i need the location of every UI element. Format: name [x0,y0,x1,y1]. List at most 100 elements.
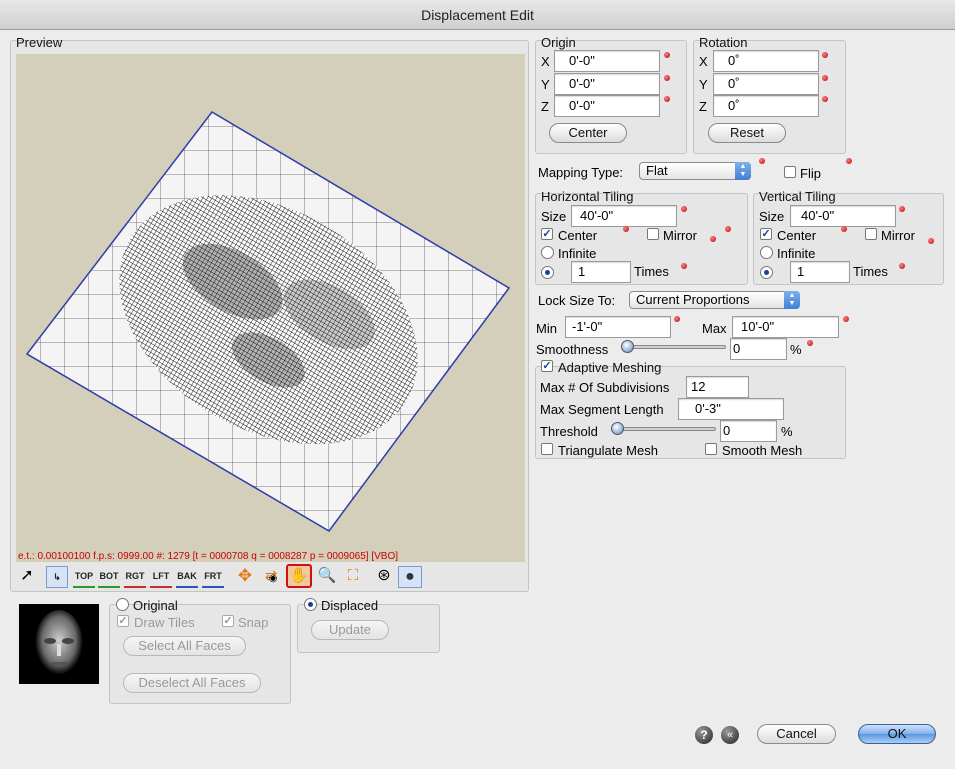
draw-tiles-label: Draw Tiles [134,615,195,630]
smooth-mesh-checkbox[interactable] [705,443,717,455]
snap-checkbox[interactable]: ✓ [222,615,234,627]
deselect-all-faces-button[interactable]: Deselect All Faces [123,673,261,693]
smoothness-field[interactable]: 0 [730,338,787,360]
adaptive-meshing-checkbox[interactable]: ✓ [541,360,553,372]
lock-size-select[interactable]: Current Proportions ▲ ▼ [629,291,800,309]
lock-size-value: Current Proportions [636,292,750,307]
toolbar-bak-button[interactable]: BAK [176,566,198,588]
max-segment-length-field[interactable]: 0'-3" [678,398,784,420]
preview-status: e.t.: 0.00100100 f.p.s: 0999.00 #: 1279 … [18,551,399,562]
required-dot [710,236,716,242]
htiling-mirror-checkbox[interactable] [647,228,659,240]
vtiling-times-field[interactable]: 1 [790,261,850,283]
required-dot [807,340,813,346]
vtiling-size-label: Size [759,209,785,224]
smoothness-slider-knob[interactable] [621,340,634,353]
preview-viewport[interactable] [16,54,525,562]
help-icon[interactable]: ? [695,726,713,744]
face-image [35,610,83,678]
hand-icon[interactable]: ✋ [286,564,312,588]
htiling-times-field[interactable]: 1 [571,261,631,283]
vtiling-size-field[interactable]: 40'-0" [790,205,896,227]
required-dot [899,263,905,269]
threshold-label: Threshold [540,424,598,439]
displaced-radio[interactable] [304,598,317,611]
required-dot [899,206,905,212]
vtiling-times-radio[interactable] [760,266,773,279]
htiling-times-label: Times [634,264,669,279]
window-title: Displacement Edit [0,0,955,30]
threshold-unit: % [781,424,793,439]
origin-z-label: Z [541,99,549,114]
displaced-title: Displaced [321,598,379,613]
htiling-center-checkbox[interactable]: ✓ [541,228,553,240]
axis-icon[interactable]: ↳ [46,566,68,588]
arrow-pointer-icon[interactable]: ➚ [18,566,36,588]
required-dot [822,96,828,102]
required-dot [759,158,765,164]
vtiling-center-checkbox[interactable]: ✓ [760,228,772,240]
eye-icon[interactable]: ◉ [262,574,284,586]
pan-icon[interactable]: ✥ [234,566,256,588]
toolbar-rgt-button[interactable]: RGT [124,566,146,588]
wireframe-sphere-icon[interactable]: ⊛ [373,566,395,588]
toolbar-bot-button[interactable]: BOT [98,566,120,588]
htiling-center-label: Center [558,228,598,243]
toolbar-frt-button[interactable]: FRT [202,566,224,588]
origin-title: Origin [541,35,576,50]
horizontal-tiling-title: Horizontal Tiling [541,189,634,204]
original-radio[interactable] [116,598,129,611]
triangulate-mesh-checkbox[interactable] [541,443,553,455]
zoom-icon[interactable]: 🔍 [316,566,338,588]
flip-label: Flip [800,166,821,181]
rotation-y-field[interactable]: 0˚ [713,73,819,95]
threshold-slider[interactable] [612,427,716,431]
threshold-field[interactable]: 0 [720,420,777,442]
vtiling-times-label: Times [853,264,888,279]
chevron-updown-icon: ▲ ▼ [784,291,800,309]
max-field[interactable]: 10'-0" [732,316,839,338]
origin-z-field[interactable]: 0'-0" [554,95,660,117]
original-title: Original [133,598,178,613]
shaded-sphere-icon[interactable]: ● [398,566,422,588]
smoothness-label: Smoothness [536,342,609,357]
adaptive-meshing-title: Adaptive Meshing [558,360,662,375]
htiling-infinite-radio[interactable] [541,246,554,259]
required-dot [664,96,670,102]
required-dot [822,75,828,81]
fit-icon[interactable]: ⛶ [342,566,364,588]
update-button[interactable]: Update [311,620,389,640]
vtiling-mirror-checkbox[interactable] [865,228,877,240]
cancel-button[interactable]: Cancel [757,724,836,744]
max-segment-length-label: Max Segment Length [540,402,664,417]
rotation-title: Rotation [699,35,748,50]
toolbar-lft-button[interactable]: LFT [150,566,172,588]
back-icon[interactable]: « [721,726,739,744]
required-dot [681,263,687,269]
toolbar-top-button[interactable]: TOP [73,566,95,588]
displacement-map-thumbnail [19,604,99,684]
max-subdivisions-field[interactable]: 12 [686,376,749,398]
vtiling-mirror-label: Mirror [881,228,915,243]
snap-label: Snap [238,615,269,630]
select-all-faces-button[interactable]: Select All Faces [123,636,246,656]
htiling-size-field[interactable]: 40'-0" [571,205,677,227]
origin-y-field[interactable]: 0'-0" [554,73,660,95]
draw-tiles-checkbox[interactable]: ✓ [117,615,129,627]
required-dot [846,158,852,164]
min-label: Min [536,321,557,336]
origin-x-field[interactable]: 0'-0" [554,50,660,72]
rotation-x-field[interactable]: 0˚ [713,50,819,72]
min-field[interactable]: -1'-0" [565,316,671,338]
mapping-type-select[interactable]: Flat ▲ ▼ [639,162,751,180]
center-button[interactable]: Center [549,123,627,143]
smoothness-slider[interactable] [622,345,726,349]
vtiling-center-label: Center [777,228,817,243]
reset-button[interactable]: Reset [708,123,786,143]
vtiling-infinite-radio[interactable] [760,246,773,259]
htiling-times-radio[interactable] [541,266,554,279]
rotation-z-field[interactable]: 0˚ [713,95,819,117]
flip-checkbox[interactable] [784,166,796,178]
ok-button[interactable]: OK [858,724,936,744]
threshold-slider-knob[interactable] [611,422,624,435]
